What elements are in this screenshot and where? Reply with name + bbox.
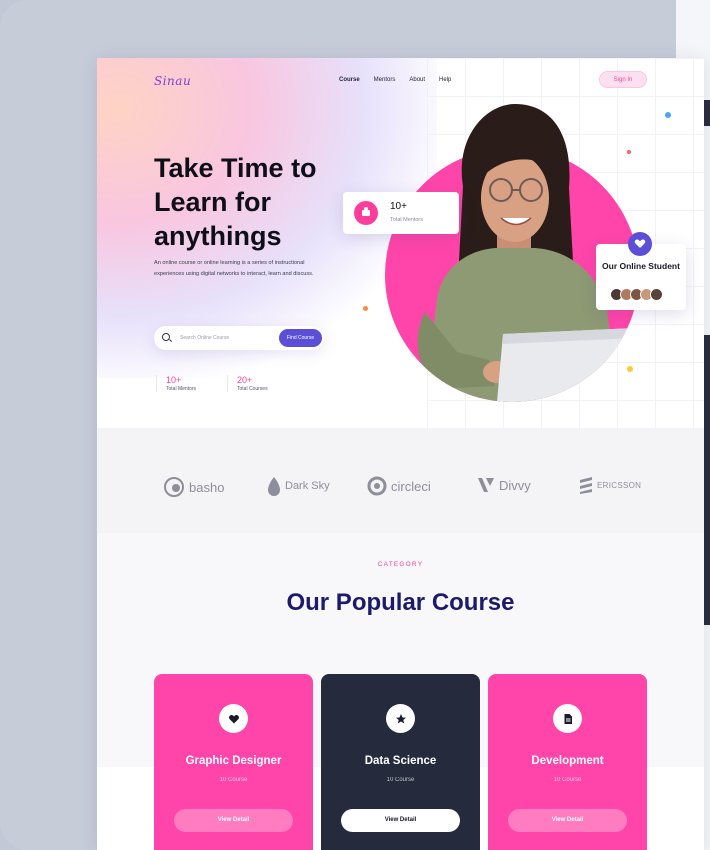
view-detail-button[interactable]: View Detail [341,809,460,832]
stat-mentors: 10+ Total Mentors [156,375,196,392]
heart-icon [628,232,652,256]
mentors-count: 10+ [390,201,407,212]
nav-item-course[interactable]: Course [339,77,360,83]
student-card-title: Our Online Student [602,261,680,271]
star-icon [386,704,415,733]
category-tag: CATEGORY [377,561,424,568]
ericsson-logo-icon [580,477,592,494]
stat-label: Total Courses [237,386,268,392]
course-card-development[interactable]: Development 10 Course View Detail [488,674,647,850]
stat-value: 10+ [166,375,182,385]
course-card-data-science[interactable]: Data Science 10 Course View Detail [321,674,480,850]
stat-value: 20+ [237,375,253,385]
avatar [650,288,663,301]
course-title: Data Science [364,755,437,767]
partner-logo-ericsson: ERICSSON [579,476,641,494]
course-count: 10 Course [219,777,248,783]
view-detail-button[interactable]: View Detail [508,809,627,832]
online-student-card: Our Online Student [596,232,686,310]
basho-logo-icon [164,477,184,497]
view-detail-button[interactable]: View Detail [174,809,293,832]
decor-dot [627,150,631,154]
course-count: 10 Course [553,777,582,783]
mentors-floating-card: 10+ Total Mentors [343,192,459,234]
hero-description: An online course or online learning is a… [154,260,314,277]
nav-item-help[interactable]: Help [439,77,451,83]
circleci-logo-icon [367,476,387,496]
partner-logo-basho: basho [163,476,224,498]
site-logo[interactable]: Sinau [154,74,191,88]
nav-item-about[interactable]: About [409,77,425,83]
category-section: CATEGORY Our Popular Course Graphic Desi… [97,533,704,850]
darksky-logo-icon [268,477,280,496]
partner-name: Dark Sky [285,480,330,492]
course-card-graphic-designer[interactable]: Graphic Designer 10 Course View Detail [154,674,313,850]
course-title: Graphic Designer [185,755,282,767]
course-title: Development [531,755,604,767]
divvy-logo-icon [478,478,494,492]
partner-name: basho [189,479,225,495]
partner-logo-divvy: Divvy [477,476,531,494]
search-icon [162,333,170,341]
partner-name: Divvy [499,477,531,493]
nav-item-mentors[interactable]: Mentors [374,77,396,83]
hero-headline: Take Time to Learn for anythings [154,153,317,251]
heart-icon [219,704,248,733]
course-search-bar: Search Online Course Find Course [154,326,324,350]
sign-in-button[interactable]: Sign In [599,71,647,88]
partner-logo-circleci: circleci [367,476,431,496]
hero-section: Sinau Course Mentors About Help Sign In … [97,58,704,428]
partner-logo-darksky: Dark Sky [267,476,330,496]
category-title: Our Popular Course [286,589,515,616]
find-course-button[interactable]: Find Course [279,329,322,347]
mentors-label: Total Mentors [390,217,424,223]
student-avatars [610,288,663,301]
search-input[interactable]: Search Online Course [180,326,229,350]
partner-name: ERICSSON [597,480,642,490]
edge-accent [704,100,710,126]
edge-accent [704,335,710,625]
decor-dot [363,306,368,311]
document-icon [553,704,582,733]
landing-page: Sinau Course Mentors About Help Sign In … [97,58,704,850]
partner-logos: basho Dark Sky circleci Divvy ERICSSON [97,428,704,533]
stat-courses: 20+ Total Courses [227,375,268,392]
users-icon [354,201,378,225]
decor-dot [665,112,671,118]
main-nav: Course Mentors About Help [339,77,451,83]
course-count: 10 Course [386,777,415,783]
partner-name: circleci [391,478,431,494]
stat-label: Total Mentors [166,386,197,392]
decor-dot [627,366,633,372]
